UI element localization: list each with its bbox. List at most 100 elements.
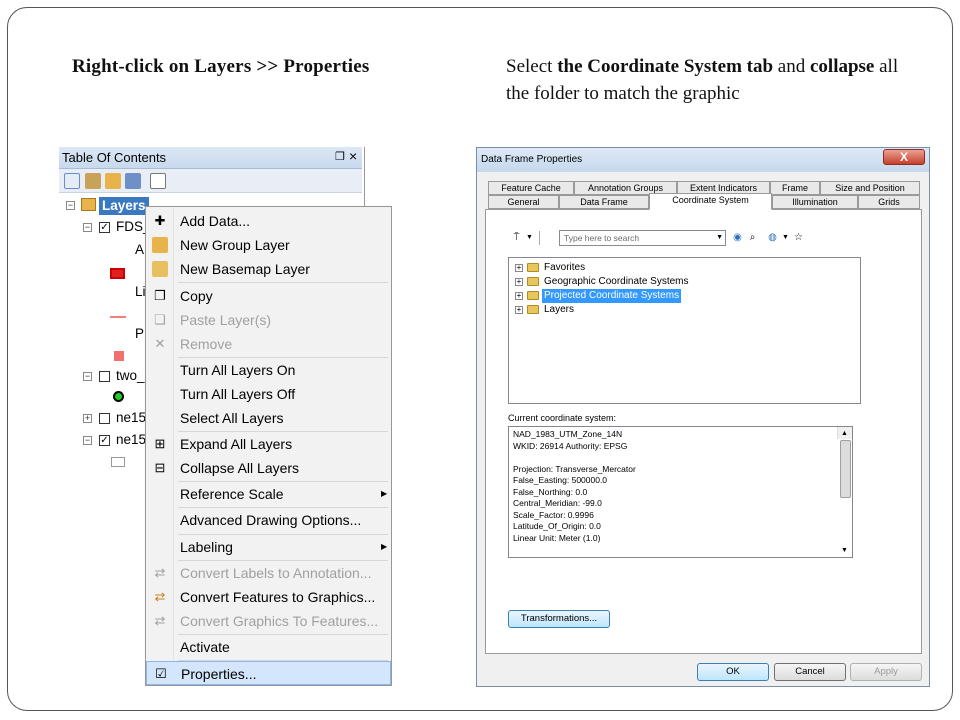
scroll-thumb[interactable] [840, 440, 851, 498]
layer-group-icon [81, 198, 96, 211]
add-favorite-icon[interactable]: ☆ [792, 231, 805, 244]
menu-item-convert-features-to-graphics[interactable]: ⇄ Convert Features to Graphics... [146, 585, 391, 609]
options-icon[interactable] [150, 173, 166, 189]
apply-button: Apply [850, 663, 922, 681]
collapse-toggle-icon[interactable]: − [83, 372, 92, 381]
cancel-button[interactable]: Cancel [774, 663, 846, 681]
list-by-selection-icon[interactable] [125, 173, 141, 189]
menu-item-new-basemap-layer[interactable]: New Basemap Layer [146, 257, 391, 281]
collapse-toggle-icon[interactable]: − [83, 223, 92, 232]
layers-label-selected[interactable]: Layers [99, 197, 149, 215]
detail-line: NAD_1983_UTM_Zone_14N [513, 429, 623, 439]
menu-item-expand-all-layers[interactable]: ⊞ Expand All Layers [146, 432, 391, 456]
details-scrollbar[interactable]: ▲ ▼ [837, 427, 852, 554]
expand-toggle-icon[interactable]: + [83, 414, 92, 423]
detail-line [513, 452, 848, 464]
menu-item-turn-all-layers-on[interactable]: Turn All Layers On [146, 358, 391, 382]
expand-icon: ⊞ [154, 436, 166, 451]
menu-label: Labeling [180, 539, 233, 555]
collapse-toggle-icon[interactable]: − [83, 436, 92, 445]
menu-item-add-data[interactable]: ✚ Add Data... [146, 209, 391, 233]
convert-features-icon: ⇄ [154, 589, 166, 604]
menu-label: Collapse All Layers [180, 460, 300, 476]
caption-right-part-4: collapse [809, 56, 875, 77]
chevron-down-icon[interactable]: ▼ [779, 231, 792, 244]
menu-label: Remove [180, 336, 233, 352]
toc-toolbar [59, 169, 362, 193]
menu-label: Turn All Layers Off [180, 386, 296, 402]
menu-label: Convert Graphics To Features... [180, 613, 379, 629]
chevron-down-icon[interactable]: ▼ [716, 231, 723, 245]
submenu-arrow-icon: ▶ [381, 489, 388, 498]
expand-toggle-icon[interactable]: + [515, 278, 523, 286]
search-options-icon[interactable]: ⌕ [746, 231, 759, 244]
ok-button[interactable]: OK [697, 663, 769, 681]
menu-item-convert-labels-to-annotation: ⇄ Convert Labels to Annotation... [146, 561, 391, 585]
list-by-drawing-order-icon[interactable] [64, 173, 80, 189]
collapse-icon: ⊟ [154, 460, 166, 475]
search-input[interactable]: Type here to search ▼ [559, 230, 726, 246]
menu-item-select-all-layers[interactable]: Select All Layers [146, 406, 391, 430]
close-button[interactable]: X [883, 149, 925, 165]
scroll-down-icon[interactable]: ▼ [841, 545, 848, 557]
detail-line: False_Easting: 500000.0 [513, 475, 608, 485]
red-polygon-symbol-icon [110, 268, 125, 279]
menu-item-activate[interactable]: Activate [146, 635, 391, 659]
filter-icon[interactable]: ⍑ [510, 231, 523, 244]
chevron-down-icon[interactable]: ▼ [523, 231, 536, 244]
detail-line: False_Northing: 0.0 [513, 486, 588, 497]
menu-item-new-group-layer[interactable]: New Group Layer [146, 233, 391, 257]
folder-icon [527, 263, 539, 272]
collapse-toggle-icon[interactable]: − [66, 201, 75, 210]
tab-coordinate-system[interactable]: Coordinate System [649, 193, 772, 210]
visibility-checkbox[interactable]: ✓ [99, 222, 110, 233]
dialog-title-bar: Data Frame Properties X [477, 148, 929, 172]
folder-icon [527, 305, 539, 314]
list-by-visibility-icon[interactable] [105, 173, 121, 189]
tab-data-frame[interactable]: Data Frame [559, 195, 649, 209]
menu-item-turn-all-layers-off[interactable]: Turn All Layers Off [146, 382, 391, 406]
visibility-checkbox[interactable] [99, 371, 110, 382]
caption-right-part-2: the Coordinate System tab [557, 56, 774, 77]
menu-item-advanced-drawing-options[interactable]: Advanced Drawing Options... [146, 508, 391, 532]
menu-item-labeling[interactable]: Labeling ▶ [146, 535, 391, 559]
globe-icon[interactable]: ◍ [766, 231, 779, 244]
properties-icon: ☑ [155, 666, 167, 681]
expand-toggle-icon[interactable]: + [515, 306, 523, 314]
dialog-title: Data Frame Properties [481, 154, 583, 165]
visibility-checkbox[interactable] [99, 413, 110, 424]
transformations-button[interactable]: Transformations... [508, 610, 610, 628]
expand-toggle-icon[interactable]: + [515, 264, 523, 272]
detail-line: Linear Unit: Meter (1.0) [513, 532, 601, 543]
tab-size-and-position[interactable]: Size and Position [820, 181, 920, 195]
pin-icon[interactable]: ❒ [335, 150, 345, 163]
list-by-source-icon[interactable] [85, 173, 101, 189]
coordinate-system-details[interactable]: NAD_1983_UTM_Zone_14N WKID: 26914 Author… [508, 426, 853, 558]
detail-line: Latitude_Of_Origin: 0.0 [513, 521, 601, 531]
menu-label: Convert Labels to Annotation... [180, 565, 372, 581]
tab-general[interactable]: General [488, 195, 559, 209]
sublayer-name: Li [135, 284, 146, 299]
menu-item-copy[interactable]: ❐ Copy [146, 284, 391, 308]
caption-right: Select the Coordinate System tab and col… [506, 53, 926, 107]
menu-item-reference-scale[interactable]: Reference Scale ▶ [146, 482, 391, 506]
tab-grids[interactable]: Grids [858, 195, 920, 209]
tab-feature-cache[interactable]: Feature Cache [488, 181, 574, 195]
expand-toggle-icon[interactable]: + [515, 292, 523, 300]
menu-label: Activate [180, 639, 230, 655]
scroll-up-icon[interactable]: ▲ [841, 428, 848, 440]
menu-label: New Group Layer [180, 237, 290, 253]
menu-item-properties[interactable]: ☑ Properties... [146, 661, 391, 685]
close-icon[interactable]: × [349, 148, 357, 164]
menu-label: Copy [180, 288, 213, 304]
layer-name: two_ [116, 368, 145, 383]
visibility-checkbox[interactable]: ✓ [99, 435, 110, 446]
caption-left: Right-click on Layers >> Properties [72, 56, 370, 77]
tree-item-label-selected: Projected Coordinate Systems [542, 289, 682, 303]
layers-context-menu: ✚ Add Data... New Group Layer New Basema… [145, 206, 392, 686]
tab-illumination[interactable]: Illumination [772, 195, 858, 209]
tab-frame[interactable]: Frame [770, 181, 820, 195]
menu-item-collapse-all-layers[interactable]: ⊟ Collapse All Layers [146, 456, 391, 480]
search-icon[interactable]: ◉ [731, 231, 744, 244]
detail-line: Central_Meridian: -99.0 [513, 498, 602, 508]
